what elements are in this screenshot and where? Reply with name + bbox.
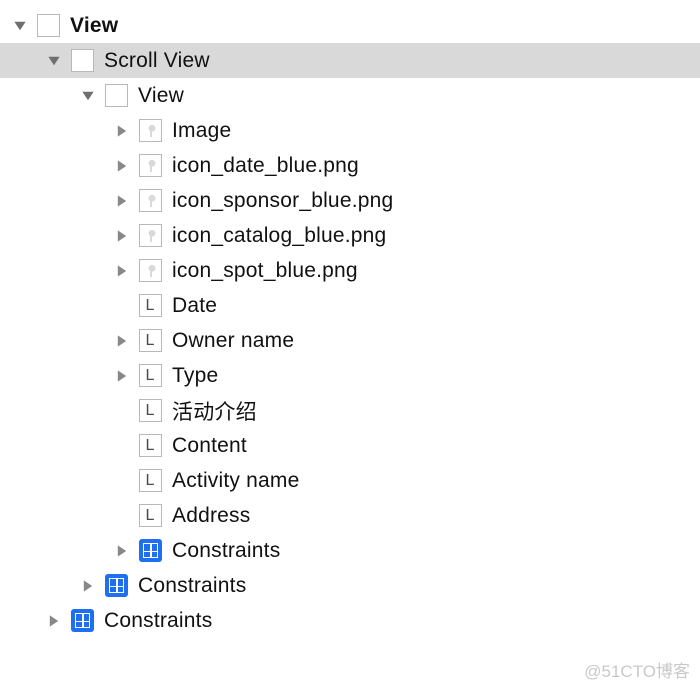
disclosure-closed-icon[interactable] bbox=[112, 156, 132, 176]
label-icon: L bbox=[139, 294, 162, 317]
row-label: Image bbox=[172, 119, 231, 143]
disclosure-none bbox=[112, 296, 132, 316]
label-icon: L bbox=[139, 434, 162, 457]
label-icon: L bbox=[139, 469, 162, 492]
label-icon: L bbox=[139, 364, 162, 387]
image-icon bbox=[139, 259, 162, 282]
view-icon bbox=[105, 84, 128, 107]
label-icon: L bbox=[139, 504, 162, 527]
disclosure-closed-icon[interactable] bbox=[78, 576, 98, 596]
row-label: icon_date_blue.png bbox=[172, 154, 359, 178]
disclosure-closed-icon[interactable] bbox=[112, 261, 132, 281]
tree-row[interactable]: View bbox=[0, 8, 700, 43]
row-icon bbox=[68, 47, 96, 75]
image-icon bbox=[139, 154, 162, 177]
row-icon bbox=[136, 537, 164, 565]
row-icon: L bbox=[136, 432, 164, 460]
disclosure-closed-icon[interactable] bbox=[112, 331, 132, 351]
tree-row[interactable]: Image bbox=[0, 113, 700, 148]
row-label: Constraints bbox=[172, 539, 280, 563]
tree-row[interactable]: Scroll View bbox=[0, 43, 700, 78]
disclosure-open-icon[interactable] bbox=[78, 86, 98, 106]
outline-tree: View Scroll View View Image icon_date_blue.p… bbox=[0, 0, 700, 638]
disclosure-closed-icon[interactable] bbox=[44, 611, 64, 631]
tree-row[interactable]: Constraints bbox=[0, 603, 700, 638]
image-icon bbox=[139, 119, 162, 142]
row-label: Constraints bbox=[104, 609, 212, 633]
row-icon bbox=[136, 152, 164, 180]
tree-row[interactable]: icon_catalog_blue.png bbox=[0, 218, 700, 253]
constraints-icon bbox=[139, 539, 162, 562]
disclosure-closed-icon[interactable] bbox=[112, 121, 132, 141]
disclosure-open-icon[interactable] bbox=[10, 16, 30, 36]
row-label: Date bbox=[172, 294, 217, 318]
disclosure-closed-icon[interactable] bbox=[112, 366, 132, 386]
disclosure-none bbox=[112, 471, 132, 491]
tree-row[interactable]: Constraints bbox=[0, 533, 700, 568]
row-icon bbox=[136, 222, 164, 250]
tree-row[interactable]: L 活动介绍 bbox=[0, 393, 700, 428]
row-icon bbox=[34, 12, 62, 40]
row-icon: L bbox=[136, 502, 164, 530]
watermark: @51CTO博客 bbox=[584, 657, 690, 682]
tree-row[interactable]: Constraints bbox=[0, 568, 700, 603]
disclosure-none bbox=[112, 436, 132, 456]
tree-row[interactable]: L Type bbox=[0, 358, 700, 393]
tree-row[interactable]: L Content bbox=[0, 428, 700, 463]
tree-row[interactable]: icon_date_blue.png bbox=[0, 148, 700, 183]
row-icon: L bbox=[136, 327, 164, 355]
constraints-icon bbox=[71, 609, 94, 632]
image-icon bbox=[139, 224, 162, 247]
tree-row[interactable]: icon_sponsor_blue.png bbox=[0, 183, 700, 218]
constraints-icon bbox=[105, 574, 128, 597]
row-icon bbox=[102, 572, 130, 600]
row-label: Content bbox=[172, 434, 247, 458]
tree-row[interactable]: L Activity name bbox=[0, 463, 700, 498]
row-icon: L bbox=[136, 362, 164, 390]
row-label: icon_spot_blue.png bbox=[172, 259, 358, 283]
row-icon bbox=[136, 257, 164, 285]
row-label: View bbox=[70, 14, 118, 38]
view-icon bbox=[71, 49, 94, 72]
tree-row[interactable]: icon_spot_blue.png bbox=[0, 253, 700, 288]
row-icon bbox=[102, 82, 130, 110]
row-icon bbox=[68, 607, 96, 635]
row-label: View bbox=[138, 84, 184, 108]
row-label: Activity name bbox=[172, 469, 299, 493]
row-icon bbox=[136, 187, 164, 215]
disclosure-none bbox=[112, 506, 132, 526]
image-icon bbox=[139, 189, 162, 212]
tree-row[interactable]: L Owner name bbox=[0, 323, 700, 358]
row-label: icon_sponsor_blue.png bbox=[172, 189, 393, 213]
row-icon: L bbox=[136, 292, 164, 320]
label-icon: L bbox=[139, 399, 162, 422]
tree-row[interactable]: L Date bbox=[0, 288, 700, 323]
label-icon: L bbox=[139, 329, 162, 352]
row-label: Scroll View bbox=[104, 49, 210, 73]
row-label: Type bbox=[172, 364, 218, 388]
tree-row[interactable]: View bbox=[0, 78, 700, 113]
row-label: Constraints bbox=[138, 574, 246, 598]
disclosure-closed-icon[interactable] bbox=[112, 226, 132, 246]
view-icon bbox=[37, 14, 60, 37]
row-icon: L bbox=[136, 467, 164, 495]
disclosure-closed-icon[interactable] bbox=[112, 191, 132, 211]
tree-row[interactable]: L Address bbox=[0, 498, 700, 533]
row-label: 活动介绍 bbox=[172, 396, 257, 426]
disclosure-none bbox=[112, 401, 132, 421]
disclosure-closed-icon[interactable] bbox=[112, 541, 132, 561]
row-icon bbox=[136, 117, 164, 145]
row-label: Owner name bbox=[172, 329, 294, 353]
row-label: Address bbox=[172, 504, 250, 528]
row-label: icon_catalog_blue.png bbox=[172, 224, 386, 248]
disclosure-open-icon[interactable] bbox=[44, 51, 64, 71]
row-icon: L bbox=[136, 397, 164, 425]
